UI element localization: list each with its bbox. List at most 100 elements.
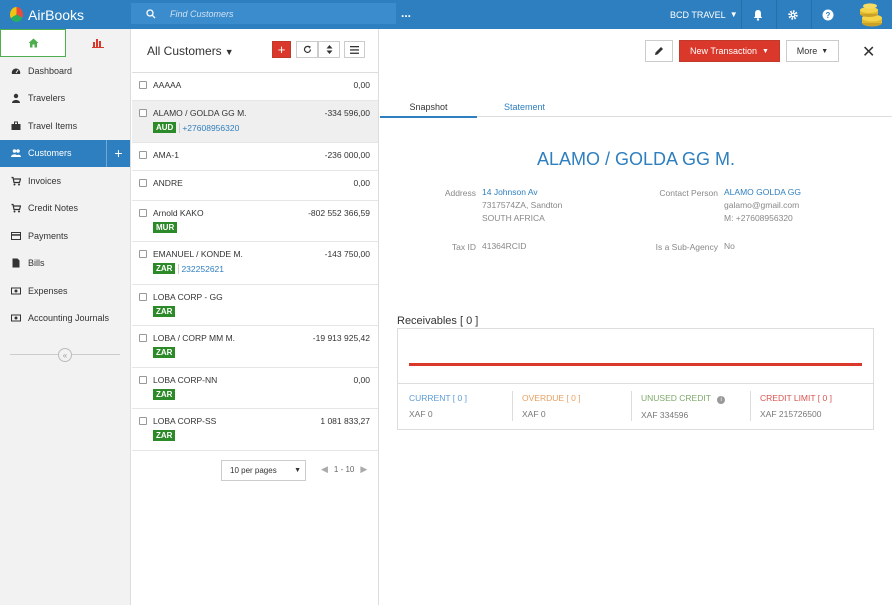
row-checkbox[interactable]: [139, 376, 147, 384]
cart-icon: [11, 204, 21, 213]
menu-icon: [350, 45, 359, 54]
help-button[interactable]: ?: [811, 0, 844, 29]
money-icon: [11, 287, 21, 295]
list-item[interactable]: LOBA CORP-NN 0,00 ZAR: [132, 368, 378, 409]
account-menu[interactable]: [847, 0, 892, 29]
receivables-title: Receivables [ 0 ]: [397, 315, 479, 327]
list-menu-button[interactable]: [344, 41, 365, 58]
customer-balance: -236 000,00: [324, 150, 370, 160]
customer-phone[interactable]: 232252621: [178, 263, 224, 274]
currency-badge: AUD: [153, 122, 177, 133]
row-checkbox[interactable]: [139, 334, 147, 342]
app-brand[interactable]: AirBooks: [0, 0, 131, 29]
collapse-sidebar-button[interactable]: «: [58, 348, 72, 362]
detail-tabs: Snapshot Statement: [380, 99, 892, 118]
customer-name: LOBA CORP - GG: [153, 292, 223, 302]
customer-title: ALAMO / GOLDA GG M.: [536, 149, 736, 169]
stat-limit-value: XAF 215726500: [760, 409, 822, 419]
add-customer-button[interactable]: +: [106, 139, 130, 167]
customer-meta: ZAR: [153, 430, 370, 441]
more-label: More: [796, 46, 818, 56]
list-item[interactable]: LOBA / CORP MM M. -19 913 925,42 ZAR: [132, 326, 378, 368]
list-title: All Customers: [147, 43, 222, 58]
row-checkbox[interactable]: [139, 179, 147, 187]
settings-button[interactable]: [776, 0, 809, 29]
stat-credit-limit: CREDIT LIMIT [ 0 ] XAF 215726500: [760, 393, 832, 419]
svg-text:?: ?: [826, 11, 831, 20]
stat-current-value: XAF 0: [409, 409, 433, 419]
list-item[interactable]: LOBA CORP-SS 1 081 833,27 ZAR: [132, 409, 378, 451]
briefcase-icon: [11, 121, 21, 130]
row-checkbox[interactable]: [139, 417, 147, 425]
customer-phone[interactable]: +27608956320: [179, 122, 239, 133]
search-icon: [146, 8, 156, 18]
row-checkbox[interactable]: [139, 81, 147, 89]
tab-statement[interactable]: Statement: [504, 102, 545, 112]
notifications-button[interactable]: [741, 0, 774, 29]
cart-icon: [11, 176, 21, 186]
journal-icon: [11, 314, 21, 322]
new-transaction-button[interactable]: New Transaction ▼: [679, 40, 780, 62]
sidebar-item-label: Travelers: [28, 93, 66, 104]
row-checkbox[interactable]: [139, 109, 147, 117]
home-icon: [28, 38, 38, 48]
row-checkbox[interactable]: [139, 151, 147, 159]
sidebar-item-expenses[interactable]: Expenses: [0, 277, 130, 305]
customer-meta: AUD +27608956320: [153, 122, 370, 133]
list-item[interactable]: LOBA CORP - GG ZAR: [132, 285, 378, 326]
company-selector[interactable]: BCD TRAVEL ▼: [670, 0, 738, 29]
search-input[interactable]: Find Customers: [131, 3, 396, 24]
sidebar-item-customers[interactable]: Customers +: [0, 139, 130, 167]
caret-down-icon: ▼: [224, 46, 234, 57]
sidebar-item-travelers[interactable]: Travelers: [0, 85, 130, 113]
receivables-panel: CURRENT [ 0 ] XAF 0 OVERDUE [ 0 ] XAF 0 …: [397, 328, 874, 430]
list-item[interactable]: AAAAA 0,00: [132, 73, 378, 101]
list-item[interactable]: EMANUEL / KONDE M. -143 750,00 ZAR 23225…: [132, 242, 378, 285]
row-checkbox[interactable]: [139, 209, 147, 217]
add-button[interactable]: +: [272, 41, 291, 58]
list-item[interactable]: ANDRE 0,00: [132, 171, 378, 201]
info-icon[interactable]: i: [717, 396, 726, 404]
tab-reports[interactable]: [66, 29, 130, 57]
gear-icon: [788, 9, 798, 20]
per-page-select[interactable]: 10 per pages ▼: [221, 460, 306, 481]
next-page-button[interactable]: ▶: [360, 464, 367, 475]
customer-meta: ZAR: [153, 389, 370, 400]
close-icon[interactable]: ✕: [862, 42, 875, 62]
more-button[interactable]: More ▼: [786, 40, 839, 62]
sidebar-item-invoices[interactable]: Invoices: [0, 167, 130, 195]
sort-button[interactable]: [318, 41, 340, 58]
address-line1[interactable]: 14 Johnson Av: [482, 186, 562, 199]
list-item[interactable]: Arnold KAKO -802 552 366,59 MUR: [132, 201, 378, 242]
list-filter-dropdown[interactable]: All Customers ▼: [147, 44, 234, 58]
tab-snapshot[interactable]: Snapshot: [380, 102, 477, 118]
currency-badge: ZAR: [153, 263, 176, 274]
contact-email: galamo@gmail.com: [724, 200, 800, 210]
customer-balance: -334 596,00: [324, 108, 370, 118]
contact-name[interactable]: ALAMO GOLDA GG: [724, 186, 801, 199]
sidebar-item-travel-items[interactable]: Travel Items: [0, 112, 130, 140]
sidebar-item-accounting-journals[interactable]: Accounting Journals: [0, 305, 130, 333]
search-options-button[interactable]: ...: [401, 7, 411, 19]
customer-name: ANDRE: [153, 178, 183, 188]
contact-mobile: M: +27608956320: [724, 213, 793, 223]
sidebar-item-credit-notes[interactable]: Credit Notes: [0, 195, 130, 223]
tab-home[interactable]: [0, 29, 66, 57]
sidebar-item-bills[interactable]: Bills: [0, 250, 130, 278]
list-item[interactable]: ALAMO / GOLDA GG M. -334 596,00 AUD +276…: [132, 101, 378, 143]
edit-button[interactable]: [645, 40, 673, 62]
list-item[interactable]: AMA-1 -236 000,00: [132, 143, 378, 171]
row-checkbox[interactable]: [139, 250, 147, 258]
sidebar-item-payments[interactable]: Payments: [0, 222, 130, 250]
stat-unused-label-text: UNUSED CREDIT: [641, 393, 711, 403]
dashboard-icon: [11, 68, 21, 74]
sidebar-item-label: Dashboard: [28, 65, 73, 76]
sidebar-tabs: [0, 29, 130, 57]
refresh-button[interactable]: [296, 41, 318, 58]
sidebar-item-dashboard[interactable]: Dashboard: [0, 57, 130, 85]
currency-badge: ZAR: [153, 430, 176, 441]
prev-page-button[interactable]: ◀: [321, 464, 328, 475]
row-checkbox[interactable]: [139, 293, 147, 301]
app-name: AirBooks: [28, 6, 85, 23]
caret-down-icon: ▼: [762, 47, 769, 55]
